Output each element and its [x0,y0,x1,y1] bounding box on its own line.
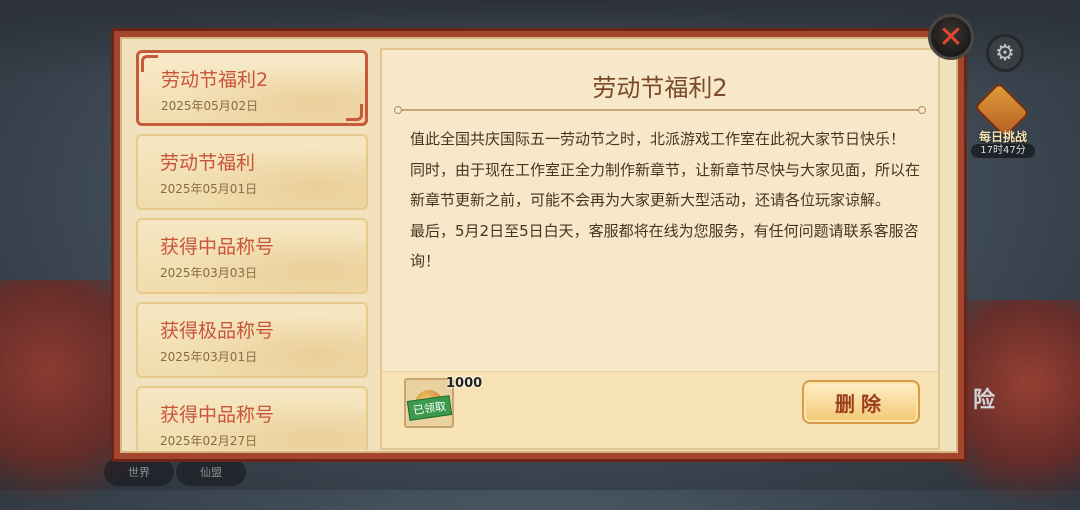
mail-paragraph: 同时，由于现在工作室正全力制作新章节，让新章节尽快与大家见面，所以在新章节更新之… [410,160,921,210]
reward-bar: 已领取 1000 删除 [382,371,938,448]
mail-list-item[interactable]: 劳动节福利 2025年05月01日 [136,134,368,210]
mail-list-item[interactable]: 获得中品称号 2025年03月03日 [136,218,368,294]
mail-item-title: 劳动节福利 [160,152,256,174]
reward-count: 1000 [446,376,483,391]
mail-item-date: 2025年05月01日 [160,182,258,196]
mail-list-item[interactable]: 获得极品称号 2025年03月01日 [136,302,368,378]
mail-detail-title: 劳动节福利2 [592,74,728,102]
mail-item-date: 2025年03月03日 [160,266,258,280]
card-corner-ornament [346,104,363,121]
guild-button[interactable]: 仙盟 [176,458,246,486]
mail-item-date: 2025年05月02日 [161,99,259,113]
mail-item-date: 2025年02月27日 [160,434,258,448]
mail-detail-body: 值此全国共庆国际五一劳动节之时，北派游戏工作室在此祝大家节日快乐！ 同时，由于现… [410,124,930,277]
world-chat-button[interactable]: 世界 [104,458,174,486]
mail-item-title: 获得中品称号 [160,404,275,426]
mail-detail-panel: 劳动节福利2 值此全国共庆国际五一劳动节之时，北派游戏工作室在此祝大家节日快乐！… [380,48,940,450]
mail-list[interactable]: 劳动节福利2 2025年05月02日 劳动节福利 2025年05月01日 获得中… [134,48,374,450]
daily-challenge-label: 每日挑战 [978,130,1027,144]
title-divider [394,106,926,114]
card-corner-ornament [141,55,158,72]
delete-button[interactable]: 删除 [802,380,920,424]
mail-item-title: 获得极品称号 [160,320,275,342]
reward-item[interactable]: 已领取 1000 [404,376,482,428]
mail-item-title: 获得中品称号 [160,236,275,258]
mail-item-date: 2025年03月01日 [160,350,258,364]
gear-icon[interactable]: ⚙ [986,34,1024,72]
close-icon[interactable]: ✕ [928,14,974,60]
adventure-button[interactable]: 险 [964,376,1004,420]
mail-paragraph: 值此全国共庆国际五一劳动节之时，北派游戏工作室在此祝大家节日快乐！ [410,130,906,148]
daily-challenge-button[interactable]: 每日挑战 17时47分 [968,81,1038,158]
mail-item-title: 劳动节福利2 [161,69,269,91]
mail-paragraph: 最后，5月2日至5日白天，客服都将在线为您服务，有任何问题请联系客服咨询！ [410,221,919,271]
mail-list-item[interactable]: 获得中品称号 2025年02月27日 [136,386,368,450]
daily-challenge-timer: 17时47分 [971,144,1035,158]
claimed-badge: 已领取 [406,395,453,421]
mail-list-item[interactable]: 劳动节福利2 2025年05月02日 [136,50,368,126]
